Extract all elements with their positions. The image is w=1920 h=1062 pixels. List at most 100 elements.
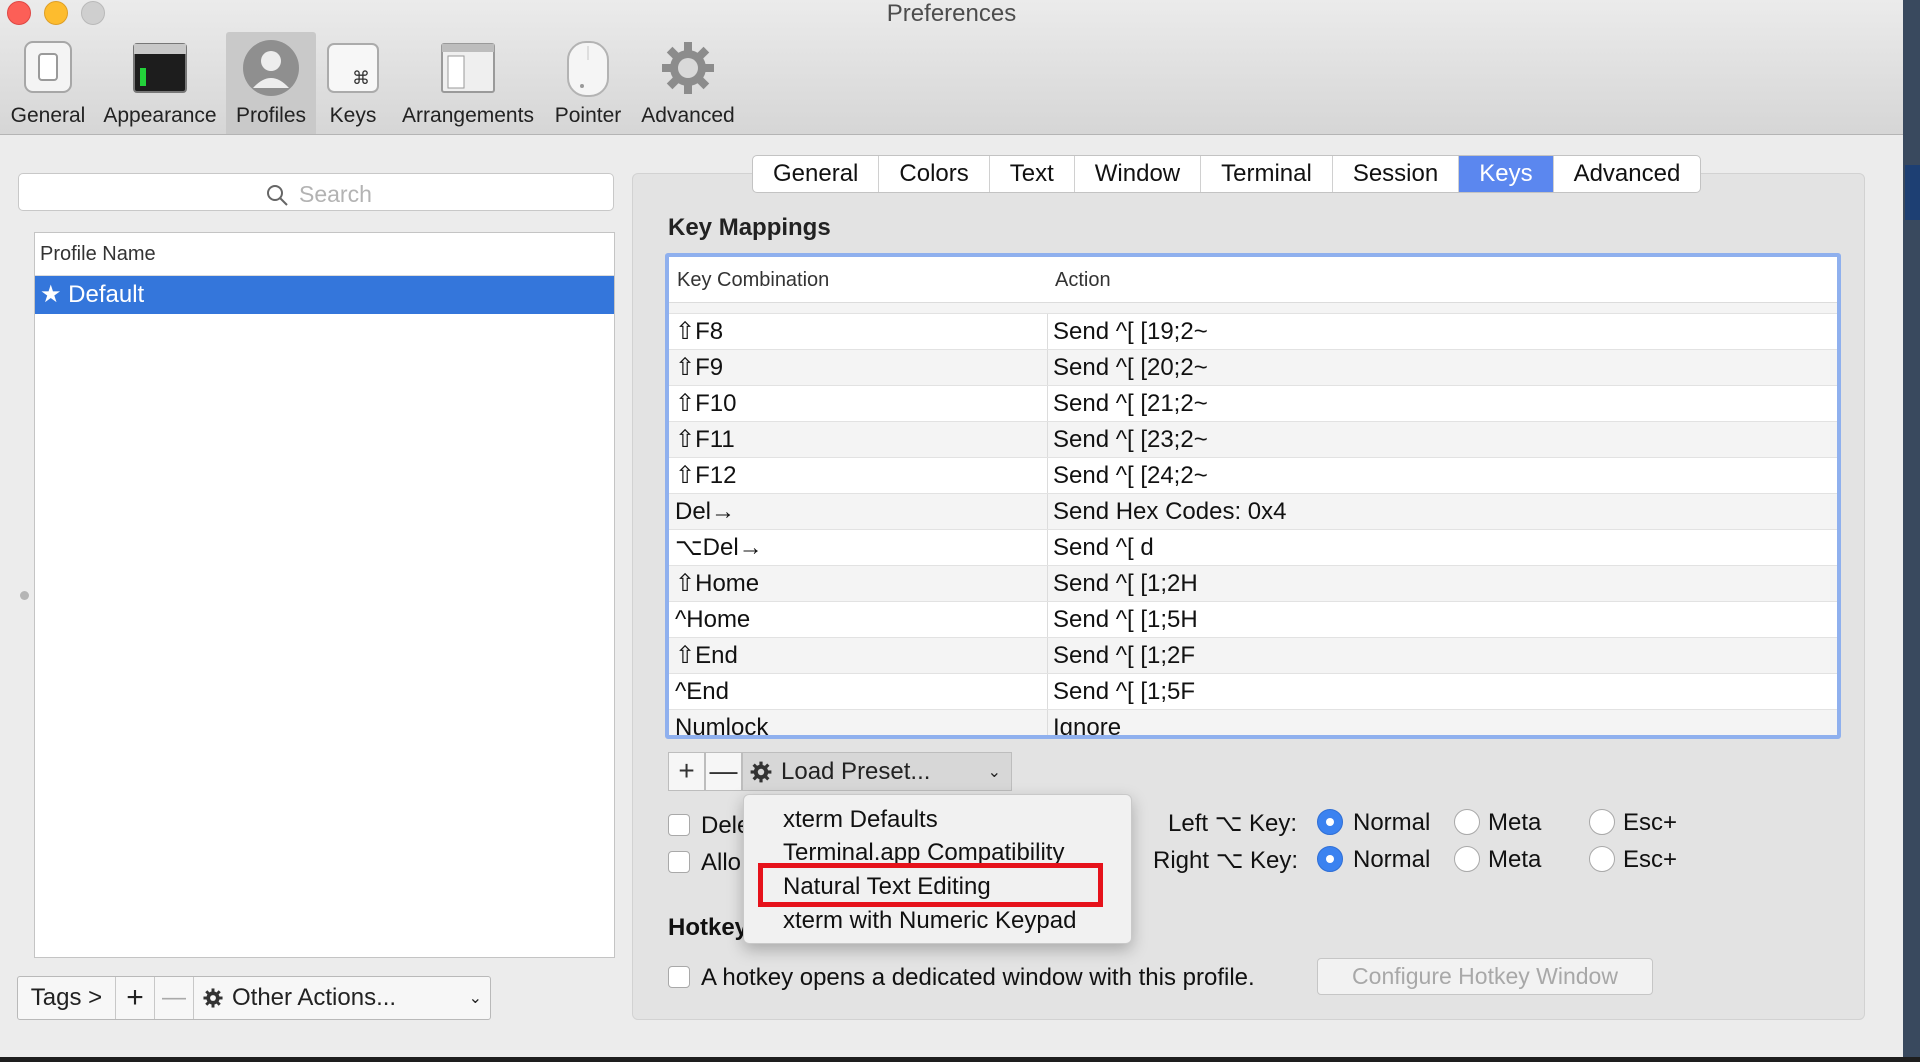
action-header[interactable]: Action [1055, 269, 1111, 292]
key-cell: ⌥Del→ [669, 530, 1048, 565]
splitter-handle[interactable] [20, 591, 29, 600]
left-key-meta-radio[interactable] [1454, 809, 1480, 835]
key-cell: Numlock [669, 710, 1048, 735]
window-title: Preferences [886, 0, 1017, 27]
toolbar-label-pointer: Pointer [554, 104, 622, 127]
table-row[interactable]: ⇧F12 Send ^[ [24;2~ [669, 458, 1837, 494]
table-row[interactable]: ⇧F8 Send ^[ [19;2~ [669, 314, 1837, 350]
user-silhouette-icon [241, 38, 301, 104]
table-row[interactable]: ⇧Home Send ^[ [1;2H [669, 566, 1837, 602]
action-cell: Send ^[ [20;2~ [1053, 354, 1208, 381]
tab-session[interactable]: Session [1333, 156, 1460, 192]
key-combination-header[interactable]: Key Combination [677, 269, 829, 292]
hotkey-window-label: A hotkey opens a dedicated window with t… [701, 964, 1255, 991]
action-cell: Ignore [1053, 714, 1122, 739]
terminal-window-icon [131, 38, 189, 102]
right-key-meta-radio[interactable] [1454, 846, 1480, 872]
tab-keys[interactable]: Keys [1459, 156, 1554, 192]
desktop-bottom-edge [0, 1057, 1920, 1062]
chevron-down-icon: ⌄ [987, 763, 1001, 781]
desktop-background [1903, 0, 1920, 1062]
add-mapping-button[interactable]: + [668, 752, 705, 791]
left-key-normal-radio[interactable] [1317, 809, 1343, 835]
left-key-esc-label: Esc+ [1623, 809, 1678, 836]
table-row[interactable]: ^Home Send ^[ [1;5H [669, 602, 1837, 638]
configure-hotkey-window-button[interactable]: Configure Hotkey Window [1317, 958, 1653, 995]
key-cell: ⇧End [669, 638, 1048, 673]
action-cell: Send ^[ [21;2~ [1053, 390, 1208, 417]
allow-option-label: Allo [701, 849, 742, 876]
right-key-normal-radio[interactable] [1317, 846, 1343, 872]
right-key-esc-label: Esc+ [1623, 846, 1678, 873]
toolbar-label-arrangements: Arrangements [402, 104, 534, 127]
table-row[interactable]: ⇧F9 Send ^[ [20;2~ [669, 350, 1837, 386]
delete-option-checkbox[interactable] [668, 814, 690, 836]
key-cell: ⇧F12 [669, 458, 1048, 493]
table-row[interactable]: ^End Send ^[ [1;5F [669, 674, 1837, 710]
toolbar-item-general[interactable]: General [4, 32, 92, 134]
tab-window[interactable]: Window [1075, 156, 1202, 192]
menu-item-xterm-numeric-keypad[interactable]: xterm with Numeric Keypad [783, 907, 1076, 935]
key-cell: ⇧F10 [669, 386, 1048, 421]
toolbar-label-profiles: Profiles [235, 104, 307, 127]
action-cell: Send ^[ [1;2H [1053, 570, 1198, 597]
profile-search-input[interactable]: Search [18, 173, 614, 211]
load-preset-label: Load Preset... [781, 757, 931, 785]
action-cell: Send Hex Codes: 0x4 [1053, 498, 1287, 525]
tab-text[interactable]: Text [990, 156, 1075, 192]
key-cell: ⇧F8 [669, 314, 1048, 349]
toolbar-item-keys[interactable]: ⌘ Keys [320, 32, 386, 134]
allow-option-checkbox[interactable] [668, 851, 690, 873]
table-row[interactable]: ⇧End Send ^[ [1;2F [669, 638, 1837, 674]
key-mappings-table[interactable]: Key Combination Action ⇧F8 Send ^[ [19;2~… [665, 253, 1841, 739]
toolbar-label-advanced: Advanced [641, 104, 735, 127]
table-row[interactable]: ⌥Del→ Send ^[ d [669, 530, 1837, 566]
other-actions-label: Other Actions... [232, 984, 397, 1011]
action-cell: Send ^[ [1;2F [1053, 642, 1196, 669]
action-cell: Send ^[ [1;5F [1053, 678, 1196, 705]
search-placeholder: Search [299, 181, 372, 207]
toolbar-label-general: General [10, 104, 86, 127]
toolbar-item-advanced[interactable]: Advanced [640, 32, 736, 134]
table-row[interactable]: ⇧F11 Send ^[ [23;2~ [669, 422, 1837, 458]
profile-row-default[interactable]: ★ Default [35, 276, 614, 314]
other-actions-dropdown[interactable]: Other Actions... ⌄ [194, 977, 490, 1019]
tab-terminal[interactable]: Terminal [1201, 156, 1333, 192]
toolbar-item-appearance[interactable]: Appearance [98, 32, 222, 134]
hotkey-window-checkbox[interactable] [668, 966, 690, 988]
key-cell: ⇧Home [669, 566, 1048, 601]
window-arrangement-icon [438, 38, 498, 102]
right-key-meta-label: Meta [1488, 846, 1542, 873]
right-key-normal-label: Normal [1353, 846, 1431, 873]
tab-advanced[interactable]: Advanced [1554, 156, 1701, 192]
gear-icon [202, 987, 224, 1009]
table-body: ⇧F8 Send ^[ [19;2~ ⇧F9 Send ^[ [20;2~ ⇧F10… [669, 303, 1837, 739]
chevron-down-icon: ⌄ [468, 990, 482, 1007]
menu-item-xterm-defaults[interactable]: xterm Defaults [783, 806, 938, 834]
key-cell: ⇧F11 [669, 422, 1048, 457]
tags-button[interactable]: Tags > [18, 977, 116, 1019]
tab-general[interactable]: General [753, 156, 880, 192]
table-header: Key Combination Action [669, 257, 1837, 303]
toolbar-item-profiles[interactable]: Profiles [226, 32, 316, 134]
tab-colors[interactable]: Colors [879, 156, 990, 192]
right-option-key-label: Right ⌥ Key: [1153, 847, 1299, 874]
toolbar-item-arrangements[interactable]: Arrangements [396, 32, 540, 134]
add-profile-button[interactable]: + [116, 977, 155, 1019]
toolbar-item-pointer[interactable]: Pointer [548, 32, 628, 134]
table-row[interactable]: ⇧F10 Send ^[ [21;2~ [669, 386, 1837, 422]
left-key-esc-radio[interactable] [1589, 809, 1615, 835]
action-cell: Send ^[ [24;2~ [1053, 462, 1208, 489]
annotation-highlight-box [758, 863, 1103, 907]
profile-name-header[interactable]: Profile Name [35, 233, 614, 276]
remove-profile-button[interactable]: — [155, 977, 194, 1019]
table-row[interactable]: Numlock Ignore [669, 710, 1837, 739]
load-preset-dropdown[interactable]: Load Preset... ⌄ [742, 752, 1012, 791]
gear-icon [749, 760, 773, 784]
right-key-esc-radio[interactable] [1589, 846, 1615, 872]
toolbar-label-appearance: Appearance [103, 104, 217, 127]
left-key-meta-label: Meta [1488, 809, 1542, 836]
key-cell: ^End [669, 674, 1048, 709]
table-row[interactable]: Del→ Send Hex Codes: 0x4 [669, 494, 1837, 530]
remove-mapping-button[interactable]: — [705, 752, 742, 791]
